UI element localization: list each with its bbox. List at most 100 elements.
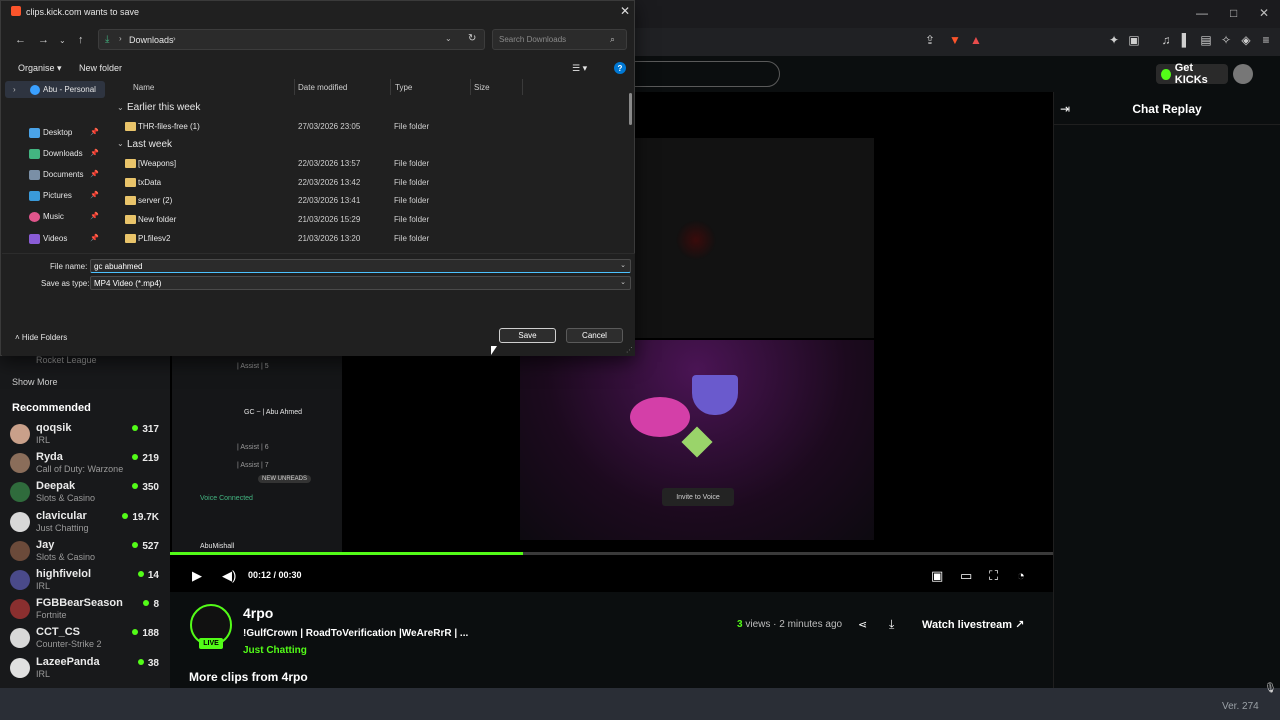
close-window-icon[interactable]: ✕ (1259, 6, 1269, 20)
channel-name[interactable]: 4rpo (243, 605, 273, 621)
refresh-icon[interactable]: ↻ (468, 33, 476, 44)
file-row[interactable]: THR-files-free (1) 27/03/2026 23:05 File f… (113, 119, 523, 136)
speed-icon[interactable]: ◔ (1017, 568, 1025, 583)
column-separator[interactable] (522, 79, 523, 95)
collapse-chat-icon[interactable]: ⇥ (1060, 102, 1070, 116)
get-kicks-button[interactable]: Get KICKs (1156, 62, 1228, 86)
group-collapse-icon[interactable]: ⌄ (117, 103, 124, 112)
scrollbar[interactable] (629, 93, 632, 125)
address-bar[interactable]: ⤓ › Downloads › ⌄ ↻ (98, 29, 485, 50)
sidebar-item-channel[interactable]: qoqsik IRL 317 (10, 422, 165, 450)
new-unreads-badge: NEW UNREADS (258, 475, 312, 483)
sidebar-item-channel[interactable]: CCT_CS Counter-Strike 2 188 (10, 626, 165, 654)
download-icon[interactable]: ⤓ (889, 617, 894, 632)
vpn-icon[interactable]: ◈ (1238, 32, 1254, 48)
minimize-icon[interactable]: — (1196, 6, 1208, 20)
sidebar-item-channel[interactable]: Jay Slots & Casino 527 (10, 539, 165, 567)
sidebar-item-channel[interactable]: clavicular Just Chatting 19.7K (10, 510, 165, 538)
show-more-link[interactable]: Show More (12, 377, 58, 387)
site-search-input[interactable] (620, 61, 780, 87)
taskbar (0, 688, 1280, 720)
brave-rewards-icon[interactable]: ▲ (968, 32, 984, 48)
share-icon[interactable]: ⋖ (858, 618, 867, 631)
nav-item-downloads[interactable]: Downloads (43, 149, 83, 158)
fullscreen-icon[interactable]: ⛶ (989, 568, 998, 584)
column-separator[interactable] (470, 79, 471, 95)
file-name-input[interactable]: gc abuahmed ⌄ (90, 259, 631, 273)
channel-name: Jay (36, 538, 55, 551)
maximize-icon[interactable]: □ (1230, 6, 1237, 20)
nav-item-pictures[interactable]: Pictures (43, 191, 72, 200)
nav-item-videos[interactable]: Videos (43, 234, 67, 243)
leo-icon[interactable]: ✧ (1218, 32, 1234, 48)
save-button[interactable]: Save (499, 328, 556, 343)
recent-icon[interactable]: ⌄ (59, 36, 66, 45)
group-collapse-icon[interactable]: ⌄ (117, 139, 124, 148)
file-row[interactable]: server (2) 22/03/2026 13:41 File folder (113, 193, 523, 210)
play-icon[interactable]: ▶ (192, 568, 202, 584)
voice-connected: Voice Connected (200, 495, 253, 502)
file-row[interactable]: [Weapons] 22/03/2026 13:57 File folder (113, 156, 523, 173)
organise-button[interactable]: Organise ▾ (18, 63, 62, 74)
wallet-icon[interactable]: ▤ (1198, 32, 1214, 48)
miniplayer-icon[interactable]: ▣ (931, 568, 943, 584)
nav-item-music[interactable]: Music (43, 212, 64, 221)
column-header-date[interactable]: Date modified (298, 83, 347, 92)
resize-grip-icon[interactable]: ⋰ (626, 346, 633, 354)
close-icon[interactable]: ✕ (620, 4, 630, 18)
column-header-name[interactable]: Name (133, 83, 154, 92)
music-icon[interactable]: ♫ (1158, 32, 1174, 48)
brave-shields-icon[interactable]: ▼ (947, 32, 963, 48)
sidebar-item-channel[interactable]: FGBBearSeason Fortnite 8 (10, 597, 165, 625)
nav-item-desktop[interactable]: Desktop (43, 128, 72, 137)
group-header[interactable]: Earlier this week (127, 102, 200, 113)
column-header-type[interactable]: Type (395, 83, 412, 92)
column-header-size[interactable]: Size (474, 83, 490, 92)
back-icon[interactable]: ← (15, 34, 26, 46)
chevron-up-icon: ˄ (15, 333, 20, 342)
pin-icon: 📌 (90, 235, 99, 242)
volume-icon[interactable]: ◀) (222, 568, 236, 584)
file-row[interactable]: txData 22/03/2026 13:42 File folder (113, 175, 523, 192)
sidebar-item-channel[interactable]: Deepak Slots & Casino 350 (10, 480, 165, 508)
view-options-icon[interactable]: ☰ ▾ (572, 63, 587, 74)
chevron-down-icon[interactable]: ⌄ (620, 261, 626, 269)
category-link[interactable]: Just Chatting (243, 645, 307, 656)
up-icon[interactable]: ↑ (78, 34, 84, 46)
cancel-button[interactable]: Cancel (566, 328, 623, 343)
chevron-down-icon[interactable]: ⌄ (445, 34, 452, 43)
column-separator[interactable] (390, 79, 391, 95)
theater-icon[interactable]: ▭ (960, 568, 972, 584)
sidebar-item-channel[interactable]: highfivelol IRL 14 (10, 568, 165, 596)
file-row[interactable]: New folder 21/03/2026 15:29 File folder (113, 212, 523, 229)
mic-icon[interactable]: 🎙 (1264, 683, 1277, 694)
group-header[interactable]: Last week (127, 139, 172, 150)
expand-chevron-icon[interactable]: › (13, 85, 16, 94)
sidebar-icon[interactable]: ▌ (1178, 32, 1194, 48)
file-row[interactable]: PLfilesv2 21/03/2026 13:20 File folder (113, 231, 523, 248)
breadcrumb[interactable]: Downloads (129, 35, 174, 45)
invite-to-voice-button[interactable]: Invite to Voice (662, 488, 734, 506)
forward-icon[interactable]: → (38, 34, 49, 46)
sidebar-item-channel[interactable]: Ryda Call of Duty: Warzone 219 (10, 451, 165, 479)
hide-folders-button[interactable]: ˄ Hide Folders (15, 333, 67, 342)
screenshot-icon[interactable]: ▣ (1126, 32, 1142, 48)
nav-item-onedrive[interactable]: Abu - Personal (43, 85, 96, 94)
channel-category: Slots & Casino (36, 551, 96, 562)
new-folder-button[interactable]: New folder (79, 63, 122, 73)
brave-icon (11, 6, 21, 16)
save-type-select[interactable]: MP4 Video (*.mp4) ⌄ (90, 276, 631, 290)
column-separator[interactable] (294, 79, 295, 95)
sidebar-item-channel[interactable]: LazeePanda IRL 38 (10, 656, 165, 684)
help-icon[interactable]: ? (614, 62, 626, 74)
search-downloads-input[interactable]: Search Downloads ⌕ (492, 29, 627, 50)
search-placeholder: Search Downloads (499, 35, 567, 44)
downloads-icon (29, 149, 40, 159)
share-icon[interactable]: ⇪ (922, 32, 938, 48)
chevron-down-icon[interactable]: ⌄ (620, 278, 626, 286)
nav-item-documents[interactable]: Documents (43, 170, 83, 179)
watch-livestream-button[interactable]: Watch livestream ↗ (922, 618, 1024, 631)
extensions-icon[interactable]: ✦ (1106, 32, 1122, 48)
user-avatar[interactable] (1233, 64, 1253, 84)
menu-icon[interactable]: ≡ (1258, 32, 1274, 48)
